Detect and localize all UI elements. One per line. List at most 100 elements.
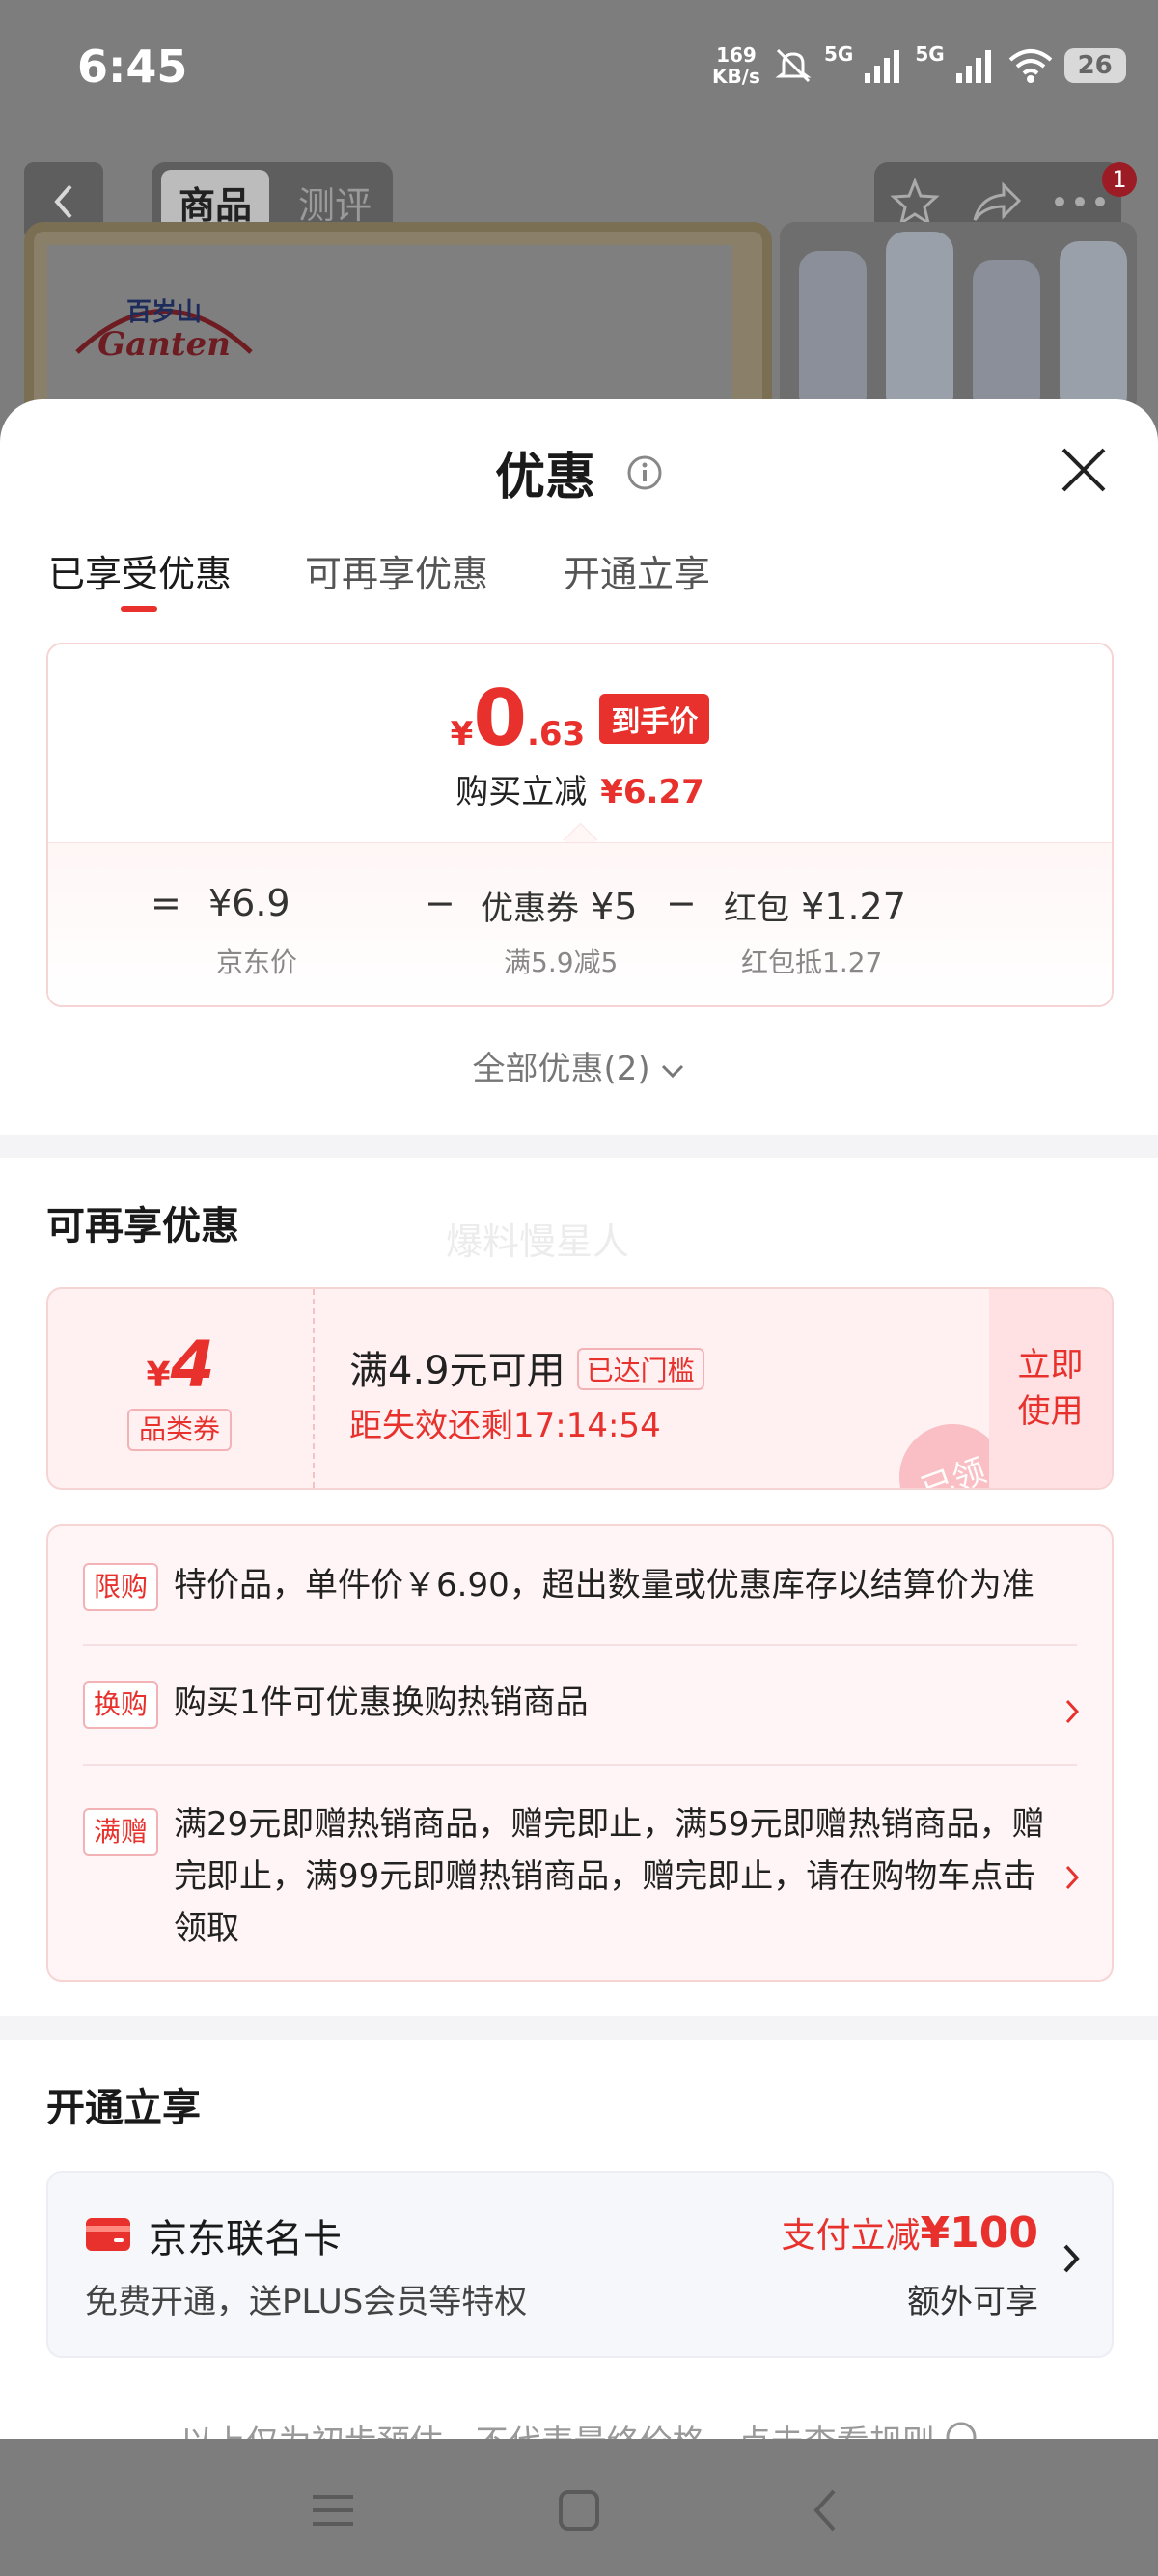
- cart-badge: 1: [1102, 162, 1137, 197]
- promo-tag-exchange: 换购: [83, 1681, 158, 1729]
- promo-text-gift: 满29元即赠热销商品，赠完即止，满59元即赠热销商品，赠完即止，满99元即赠热销…: [174, 1805, 1045, 1948]
- svg-text:百岁山: 百岁山: [126, 297, 202, 327]
- brand-logo: 百岁山 Ganten: [75, 297, 253, 364]
- category-coupon: ¥4 品类券 满4.9元可用 已达门槛 距失效还剩17:14:54 已领 立即 使…: [46, 1287, 1114, 1490]
- back-nav-icon[interactable]: [811, 2487, 840, 2534]
- promo-text-limit: 特价品，单件价￥6.90，超出数量或优惠库存以结算价为准: [174, 1566, 1034, 1604]
- coupon-condition: 满4.9元可用 已达门槛: [349, 1339, 704, 1395]
- network-speed-value: 169: [716, 43, 757, 67]
- threshold-reached-badge: 已达门槛: [576, 1348, 704, 1390]
- chevron-down-icon: [662, 1064, 684, 1079]
- home-icon[interactable]: [558, 2489, 600, 2532]
- currency-symbol: ¥: [450, 715, 474, 754]
- co-branded-card-offer[interactable]: 京东联名卡 免费开通，送PLUS会员等特权 支付立减¥100 额外可享: [46, 2171, 1114, 2358]
- coupon-deduction: 优惠券 ¥5: [481, 882, 637, 929]
- instant-saving: 购买立减 ¥6.27: [48, 765, 1112, 812]
- saving-amount: ¥6.27: [600, 773, 704, 811]
- battery-icon: 26: [1063, 48, 1126, 83]
- price-disclaimer-text: 以上仅为初步预估，不代表最终价格，点击查看规则: [180, 2424, 935, 2439]
- status-bar: 6:45 169 KB/s 5G 5G 26: [0, 0, 1158, 145]
- tab-more-offers[interactable]: 可再享优惠: [305, 544, 488, 597]
- coupon-amount: ¥5: [591, 886, 638, 928]
- close-icon[interactable]: [1060, 446, 1108, 494]
- base-price-label: 京东价: [216, 946, 298, 978]
- all-offers-label: 全部优惠(2): [472, 1050, 650, 1088]
- coupon-label: 优惠券: [481, 890, 579, 928]
- discount-amount: ¥100: [920, 2208, 1038, 2258]
- info-icon[interactable]: [626, 454, 663, 491]
- redpack-desc: 红包抵1.27: [741, 946, 883, 978]
- minus-sign-2: −: [666, 882, 697, 924]
- promo-text-exchange: 购买1件可优惠换购热销商品: [174, 1684, 589, 1722]
- watermark-text: 爆料慢星人: [446, 1220, 630, 1263]
- chevron-right-icon: [1063, 2244, 1080, 2273]
- svg-text:Ganten: Ganten: [97, 325, 231, 364]
- final-price: ¥0.63 到手价: [48, 673, 1112, 763]
- price-integer: 0: [473, 673, 527, 763]
- coupon-value: ¥4: [48, 1328, 313, 1402]
- coupon-value-block: ¥4 品类券: [48, 1289, 315, 1488]
- status-time: 6:45: [77, 41, 188, 93]
- promo-tag-limit: 限购: [83, 1563, 158, 1611]
- promo-tag-gift: 满赠: [83, 1808, 158, 1856]
- price-decimal: .63: [527, 715, 586, 754]
- promo-divider: [83, 1764, 1077, 1766]
- mute-icon: [775, 48, 812, 83]
- sheet-header: 优惠: [0, 436, 1158, 508]
- promo-row-gift[interactable]: 满赠 满29元即赠热销商品，赠完即止，满59元即赠热销商品，赠完即止，满99元即…: [48, 1779, 1112, 1972]
- active-tab-indicator: [121, 606, 157, 612]
- card-name: 京东联名卡: [149, 2217, 342, 2261]
- system-nav-bar: [0, 2439, 1158, 2576]
- offers-sheet: 优惠 已享受优惠 可再享优惠 开通立享 ¥0.63 到手价 购买立减 ¥6.27 …: [0, 399, 1158, 2439]
- promo-divider: [83, 1644, 1077, 1646]
- signal-icon: [955, 50, 991, 83]
- status-icons: 5G 5G 26: [772, 37, 1126, 95]
- coupon-amount-number: 4: [170, 1328, 215, 1402]
- base-price: ¥6.9: [208, 882, 290, 924]
- more-icon[interactable]: [1054, 196, 1106, 207]
- use-now-label-1: 立即: [1017, 1346, 1084, 1384]
- more-offers-title: 可再享优惠: [46, 1204, 239, 1248]
- product-thumbnail[interactable]: [780, 222, 1137, 415]
- help-icon: [946, 2422, 977, 2439]
- back-icon: [54, 184, 72, 219]
- credit-card-icon: [86, 2218, 130, 2251]
- payment-discount: 支付立减¥100: [782, 2207, 1038, 2258]
- final-price-tag: 到手价: [599, 694, 710, 744]
- signal-icon: [865, 50, 900, 83]
- share-icon[interactable]: [971, 179, 1023, 224]
- tab-enjoyed-offers[interactable]: 已享受优惠: [48, 544, 232, 597]
- section-divider: [0, 1135, 1158, 1158]
- coupon-countdown: 距失效还剩17:14:54: [349, 1407, 661, 1445]
- network-speed-unit: KB/s: [712, 65, 760, 88]
- coupon-condition-text: 满4.9元可用: [349, 1349, 565, 1393]
- all-offers-toggle[interactable]: 全部优惠(2): [0, 1042, 1158, 1089]
- wifi-icon: [1008, 49, 1052, 83]
- redpack-amount: ¥1.27: [801, 886, 906, 928]
- price-disclaimer[interactable]: 以上仅为初步预估，不代表最终价格，点击查看规则: [0, 2416, 1158, 2439]
- promotions-card: 限购 特价品，单件价￥6.90，超出数量或优惠库存以结算价为准 换购 购买1件可…: [46, 1524, 1114, 1982]
- redpack-label: 红包: [724, 890, 789, 928]
- use-now-button[interactable]: 立即 使用: [989, 1289, 1112, 1488]
- tab-open-offers[interactable]: 开通立享: [564, 544, 710, 597]
- redpack-deduction: 红包 ¥1.27: [724, 882, 906, 929]
- coupon-desc: 满5.9减5: [504, 946, 619, 978]
- coupon-currency: ¥: [146, 1356, 171, 1395]
- promo-row-exchange[interactable]: 换购 购买1件可优惠换购热销商品: [48, 1661, 1112, 1748]
- promo-row-limit: 限购 特价品，单件价￥6.90，超出数量或优惠库存以结算价为准: [48, 1544, 1112, 1631]
- menu-icon[interactable]: [311, 2491, 355, 2530]
- sheet-title: 优惠: [494, 449, 595, 507]
- coupon-type-badge: 品类券: [127, 1409, 232, 1451]
- equals-sign: =: [151, 882, 181, 924]
- final-price-summary: ¥0.63 到手价 购买立减 ¥6.27: [48, 644, 1112, 842]
- use-now-label-2: 使用: [1017, 1392, 1084, 1431]
- section-divider: [0, 2016, 1158, 2040]
- chevron-right-icon: [1065, 1699, 1080, 1724]
- signal-5g-label: 5G: [824, 42, 854, 66]
- chevron-right-icon: [1065, 1865, 1080, 1890]
- discount-label: 支付立减: [781, 2216, 921, 2256]
- open-offers-title: 开通立享: [46, 2086, 201, 2130]
- star-icon[interactable]: [890, 177, 940, 227]
- saving-label: 购买立减: [455, 773, 588, 811]
- price-breakdown: = ¥6.9 京东价 − 优惠券 ¥5 满5.9减5 − 红包 ¥1.27 红包…: [48, 842, 1112, 1005]
